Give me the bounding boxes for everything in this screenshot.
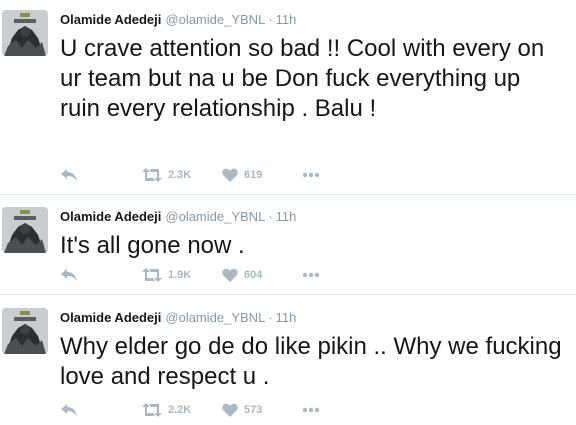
author-handle[interactable]: @olamide_YBNL: [165, 12, 265, 27]
more-icon: [302, 407, 320, 413]
separator-dot: ·: [268, 12, 273, 27]
more-icon: [302, 172, 320, 178]
timestamp[interactable]: 11h: [276, 209, 297, 224]
reply-button[interactable]: [60, 165, 78, 185]
heart-icon: [222, 168, 238, 182]
retweet-count: 2.2K: [168, 404, 192, 416]
tweet[interactable]: Olamide Adedeji @olamide_YBNL · 11h It's al…: [0, 207, 576, 287]
author-handle[interactable]: @olamide_YBNL: [165, 310, 265, 325]
avatar[interactable]: [2, 207, 48, 253]
tweet-text: It's all gone now .: [60, 232, 245, 259]
tweet-text: U crave attention so bad !! Cool with ev…: [60, 35, 545, 122]
timestamp[interactable]: 11h: [276, 12, 297, 27]
timestamp[interactable]: 11h: [276, 310, 297, 325]
author-name[interactable]: Olamide Adedeji: [60, 310, 161, 325]
avatar[interactable]: [2, 308, 48, 354]
tweet[interactable]: Olamide Adedeji @olamide_YBNL · 11h U crave…: [0, 10, 576, 190]
avatar[interactable]: [2, 10, 48, 56]
more-icon: [302, 272, 320, 278]
like-button[interactable]: 604: [222, 265, 262, 285]
retweet-icon: [142, 268, 162, 282]
tweet-header: Olamide Adedeji @olamide_YBNL · 11h: [60, 308, 296, 328]
tweet-divider: [0, 194, 576, 195]
reply-button[interactable]: [60, 265, 78, 285]
retweet-icon: [142, 403, 162, 417]
retweet-icon: [142, 168, 162, 182]
like-count: 573: [244, 404, 263, 416]
tweet[interactable]: Olamide Adedeji @olamide_YBNL · 11h Why eld…: [0, 308, 576, 425]
tweet-header: Olamide Adedeji @olamide_YBNL · 11h: [60, 207, 296, 227]
author-name[interactable]: Olamide Adedeji: [60, 12, 161, 27]
like-count: 604: [244, 269, 263, 281]
reply-icon: [60, 403, 78, 417]
more-button[interactable]: [302, 165, 320, 185]
more-button[interactable]: [302, 400, 320, 420]
more-button[interactable]: [302, 265, 320, 285]
like-count: 619: [244, 169, 263, 181]
author-handle[interactable]: @olamide_YBNL: [165, 209, 265, 224]
retweet-button[interactable]: 2.2K: [142, 400, 191, 420]
separator-dot: ·: [268, 209, 273, 224]
retweet-button[interactable]: 2.3K: [142, 165, 191, 185]
reply-button[interactable]: [60, 400, 78, 420]
heart-icon: [222, 403, 238, 417]
retweet-count: 2.3K: [168, 169, 192, 181]
like-button[interactable]: 573: [222, 400, 262, 420]
separator-dot: ·: [268, 310, 273, 325]
reply-icon: [60, 268, 78, 282]
like-button[interactable]: 619: [222, 165, 262, 185]
tweet-header: Olamide Adedeji @olamide_YBNL · 11h: [60, 10, 296, 30]
author-name[interactable]: Olamide Adedeji: [60, 209, 161, 224]
retweet-count: 1.9K: [168, 269, 192, 281]
heart-icon: [222, 268, 238, 282]
tweet-divider: [0, 294, 576, 295]
tweet-text: Why elder go de do like pikin .. Why we …: [60, 333, 562, 390]
reply-icon: [60, 168, 78, 182]
retweet-button[interactable]: 1.9K: [142, 265, 191, 285]
